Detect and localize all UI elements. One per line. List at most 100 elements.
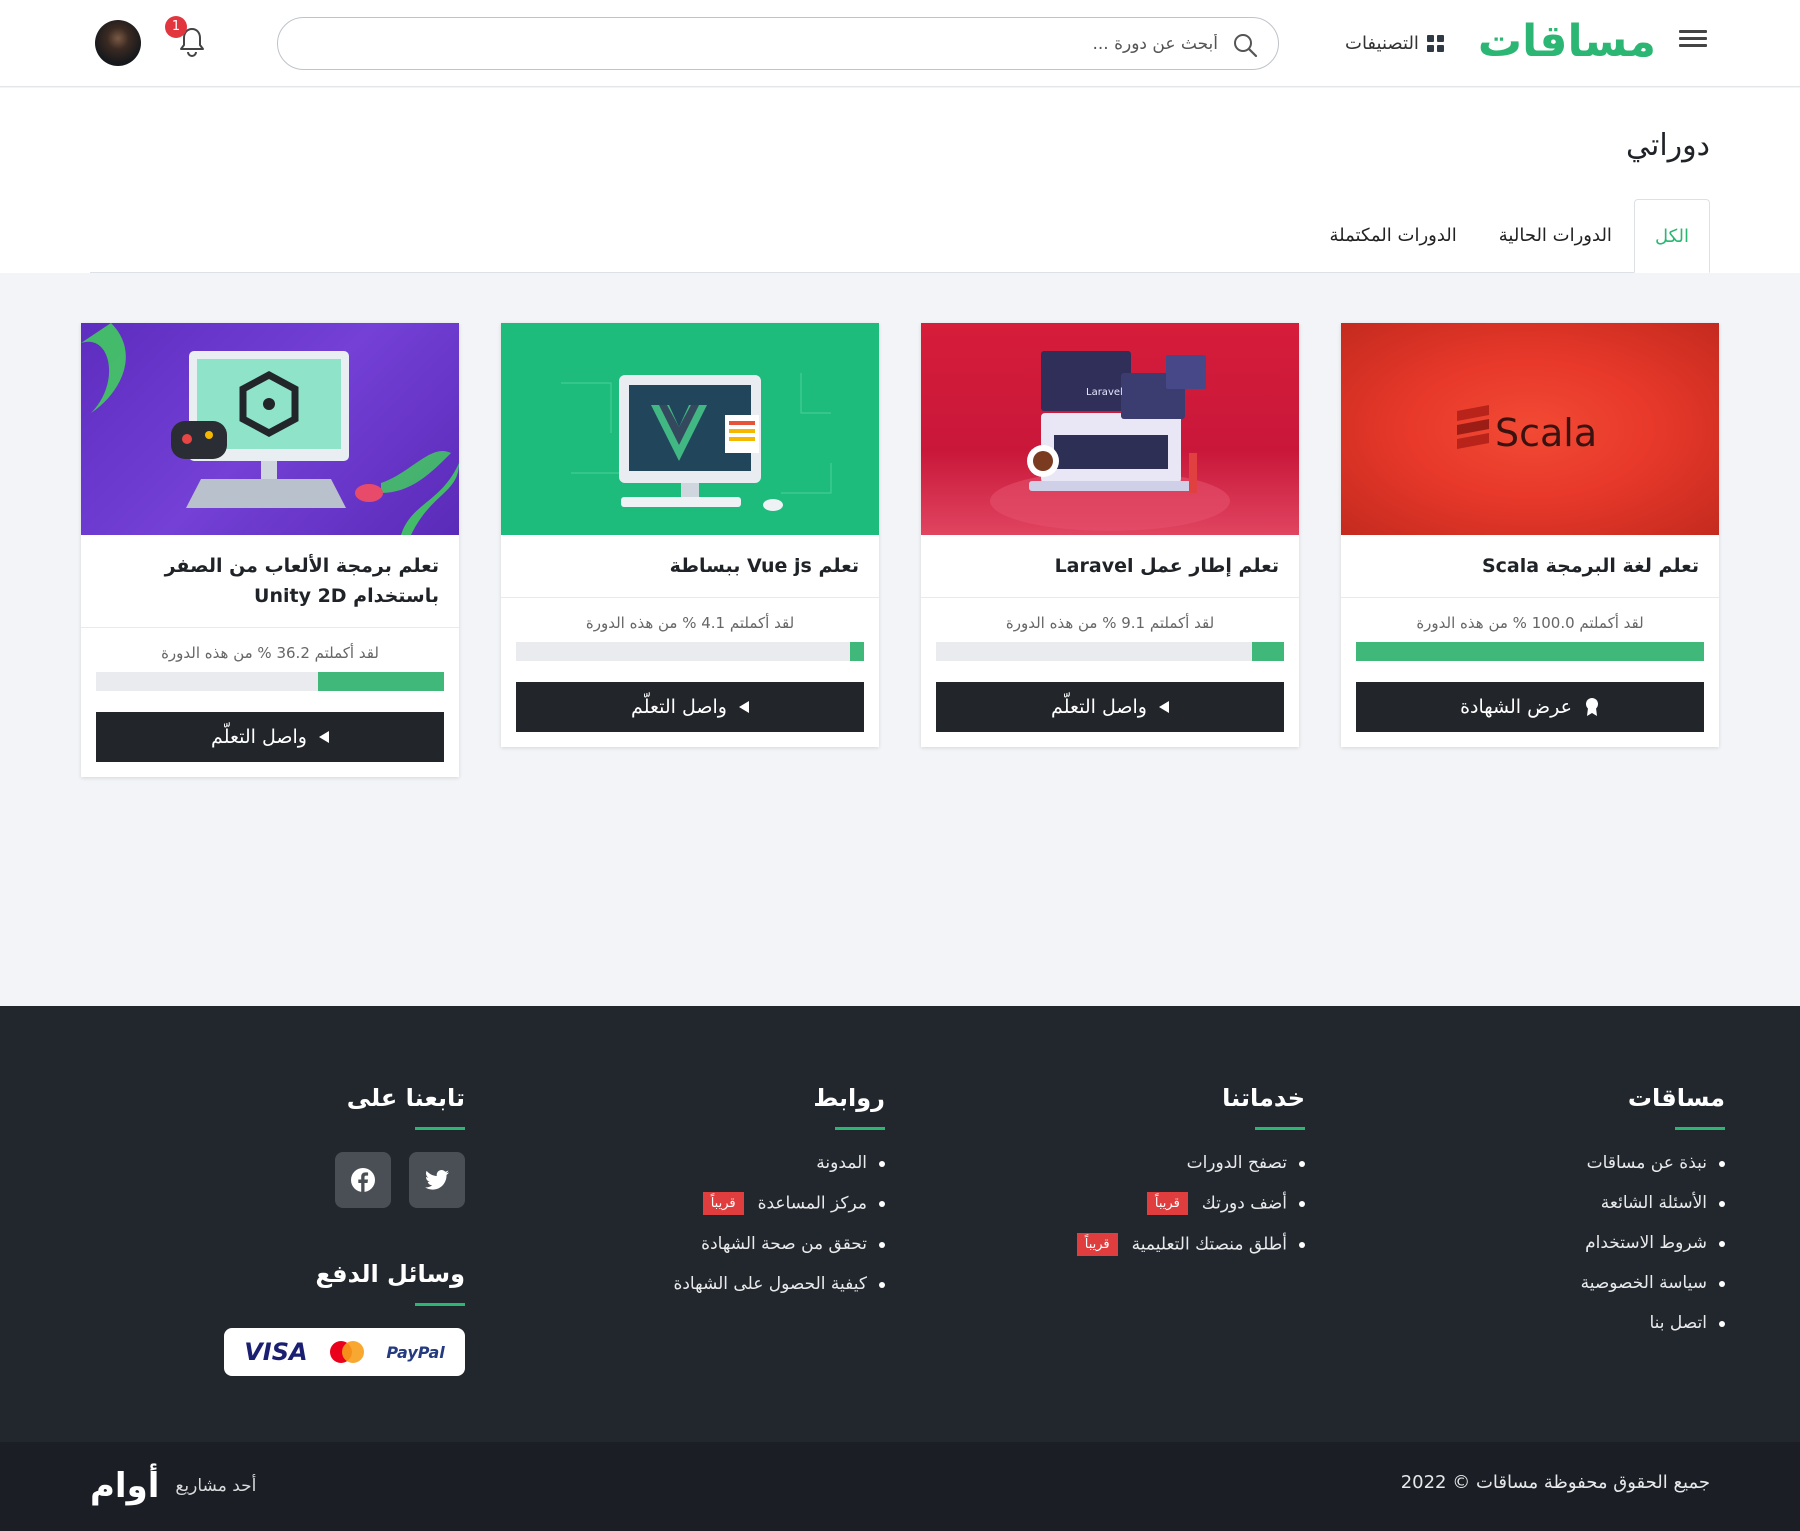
- certificate-icon: [1585, 698, 1598, 716]
- grid-icon: [1426, 34, 1444, 52]
- footer-link[interactable]: المدونة: [673, 1152, 885, 1175]
- thumb-text: Laravel: [1086, 387, 1123, 398]
- course-thumbnail[interactable]: Scala: [1341, 323, 1719, 535]
- tab-current[interactable]: الدورات الحالية: [1479, 199, 1632, 272]
- footer-col-masaqat: مساقات نبذة عن مساقات الأسئلة الشائعة شر…: [1581, 1084, 1726, 1352]
- play-icon: [738, 701, 749, 713]
- search-box: [277, 17, 1279, 70]
- footer-link[interactable]: شروط الاستخدام: [1581, 1232, 1726, 1255]
- footer-col-services: خدماتنا تصفح الدورات أضف دورتك قريباً أطل…: [1076, 1084, 1306, 1273]
- tab-completed[interactable]: الدورات المكتملة: [1310, 199, 1477, 272]
- continue-learning-button[interactable]: واصل التعلّم: [516, 682, 864, 732]
- link-label: مركز المساعدة: [757, 1193, 867, 1214]
- continue-learning-button[interactable]: واصل التعلّم: [96, 712, 444, 762]
- course-title[interactable]: تعلم إطار عمل Laravel: [921, 535, 1299, 598]
- scala-logo-icon: Scala: [1457, 405, 1597, 455]
- footer-bottom-bar: جميع الحقوق محفوظة مساقات © 2022 أحد مشا…: [0, 1442, 1800, 1531]
- progress-bar: [1356, 642, 1704, 661]
- footer-link[interactable]: مركز المساعدة قريباً: [673, 1192, 885, 1216]
- soon-badge: قريباً: [1076, 1232, 1118, 1256]
- course-title[interactable]: تعلم لغة البرمجة Scala: [1341, 535, 1719, 598]
- footer-link[interactable]: كيفية الحصول على الشهادة: [673, 1273, 885, 1296]
- awam-logo: أوام: [90, 1466, 160, 1506]
- progress-text: لقد أكملتم 36.2 % من هذه الدورة: [161, 644, 379, 662]
- categories-button[interactable]: التصنيفات: [1345, 26, 1444, 60]
- course-thumbnail[interactable]: Laravel: [921, 323, 1299, 535]
- hamburger-menu-icon[interactable]: [1676, 26, 1710, 60]
- progress-fill: [1252, 642, 1284, 661]
- search-icon[interactable]: [1232, 32, 1258, 58]
- footer-link[interactable]: اتصل بنا: [1581, 1312, 1726, 1335]
- soon-badge: قريباً: [1146, 1192, 1188, 1215]
- footer-col-links: روابط المدونة مركز المساعدة قريباً تحقق م…: [673, 1084, 885, 1313]
- link-label: أطلق منصتك التعليمية: [1131, 1234, 1287, 1254]
- footer-col-title: روابط: [813, 1084, 885, 1130]
- footer-col-title: خدماتنا: [1222, 1084, 1305, 1130]
- mastercard-icon: [329, 1341, 364, 1363]
- page-header: دوراتي الكل الدورات الحالية الدورات المك…: [0, 88, 1800, 273]
- progress-bar: [96, 672, 444, 691]
- unity-illustration-icon: [81, 323, 459, 535]
- button-label: واصل التعلّم: [1051, 696, 1147, 718]
- button-label: واصل التعلّم: [211, 726, 307, 748]
- footer-link[interactable]: الأسئلة الشائعة: [1581, 1192, 1726, 1215]
- view-certificate-button[interactable]: عرض الشهادة: [1356, 682, 1704, 732]
- link-label: تصفح الدورات: [1186, 1153, 1287, 1173]
- button-label: واصل التعلّم: [631, 696, 727, 718]
- laptop-illustration-icon: Laravel: [990, 351, 1230, 531]
- course-title[interactable]: تعلم برمجة الألعاب من الصفر باستخدام Uni…: [81, 535, 459, 628]
- link-label: كيفية الحصول على الشهادة: [673, 1273, 867, 1294]
- play-icon: [1158, 701, 1169, 713]
- site-logo[interactable]: مساقات: [1478, 12, 1656, 72]
- progress-text: لقد أكملتم 100.0 % من هذه الدورة: [1416, 614, 1644, 632]
- course-card-laravel: Laravel تعلم إطار عمل Laravel لقد أكملتم…: [921, 323, 1299, 747]
- link-label: المدونة: [816, 1153, 867, 1173]
- brand-prefix: أحد مشاريع: [175, 1476, 257, 1496]
- footer-col-social: تابعنا على وسائل الدفع VISA PayPal: [224, 1084, 466, 1376]
- facebook-icon[interactable]: [335, 1152, 391, 1208]
- footer-link[interactable]: تحقق من صحة الشهادة: [673, 1233, 885, 1256]
- twitter-icon[interactable]: [409, 1152, 465, 1208]
- footer-link[interactable]: نبذة عن مساقات: [1581, 1152, 1726, 1175]
- user-avatar[interactable]: [95, 20, 141, 66]
- visa-icon: VISA: [244, 1338, 308, 1366]
- continue-learning-button[interactable]: واصل التعلّم: [936, 682, 1284, 732]
- course-card-scala: Scala تعلم لغة البرمجة Scala لقد أكملتم …: [1341, 323, 1719, 747]
- footer-link[interactable]: أضف دورتك قريباً: [1077, 1192, 1306, 1216]
- footer-link[interactable]: سياسة الخصوصية: [1581, 1272, 1726, 1295]
- notification-badge: 1: [165, 16, 187, 38]
- progress-text: لقد أكملتم 4.1 % من هذه الدورة: [585, 614, 795, 632]
- search-input[interactable]: [338, 28, 1218, 60]
- course-card-vue: تعلم Vue js ببساطة لقد أكملتم 4.1 % من ه…: [501, 323, 879, 747]
- button-label: عرض الشهادة: [1460, 696, 1572, 718]
- footer-link[interactable]: تصفح الدورات: [1077, 1152, 1306, 1175]
- footer-col-title: مساقات: [1628, 1084, 1726, 1130]
- progress-fill: [1356, 642, 1704, 661]
- payment-title: وسائل الدفع: [315, 1260, 465, 1306]
- top-header: مساقات التصنيفات 1: [0, 0, 1800, 87]
- social-links: [224, 1152, 465, 1208]
- page-title: دوراتي: [1625, 128, 1710, 163]
- progress-bar: [936, 642, 1284, 661]
- vue-monitor-illustration-icon: [561, 373, 832, 511]
- progress-fill: [849, 642, 864, 661]
- link-label: تحقق من صحة الشهادة: [701, 1233, 867, 1254]
- course-thumbnail[interactable]: [81, 323, 459, 535]
- thumb-text: Scala: [1495, 411, 1597, 455]
- play-icon: [318, 731, 329, 743]
- paypal-icon: PayPal: [386, 1342, 445, 1362]
- course-card-unity: تعلم برمجة الألعاب من الصفر باستخدام Uni…: [81, 323, 459, 777]
- copyright-text: جميع الحقوق محفوظة مساقات © 2022: [1400, 1472, 1710, 1493]
- course-tabs: الكل الدورات الحالية الدورات المكتملة: [90, 199, 1710, 273]
- categories-label: التصنيفات: [1345, 32, 1419, 54]
- progress-bar: [516, 642, 864, 661]
- footer-link[interactable]: أطلق منصتك التعليمية قريباً: [1076, 1232, 1306, 1257]
- soon-badge: قريباً: [702, 1192, 744, 1215]
- link-label: أضف دورتك: [1201, 1193, 1287, 1214]
- tab-all[interactable]: الكل: [1633, 199, 1710, 273]
- follow-title: تابعنا على: [347, 1084, 466, 1130]
- parent-brand[interactable]: أحد مشاريع أوام: [90, 1464, 256, 1508]
- progress-text: لقد أكملتم 9.1 % من هذه الدورة: [1005, 614, 1215, 632]
- course-title[interactable]: تعلم Vue js ببساطة: [501, 535, 879, 598]
- course-thumbnail[interactable]: [501, 323, 879, 535]
